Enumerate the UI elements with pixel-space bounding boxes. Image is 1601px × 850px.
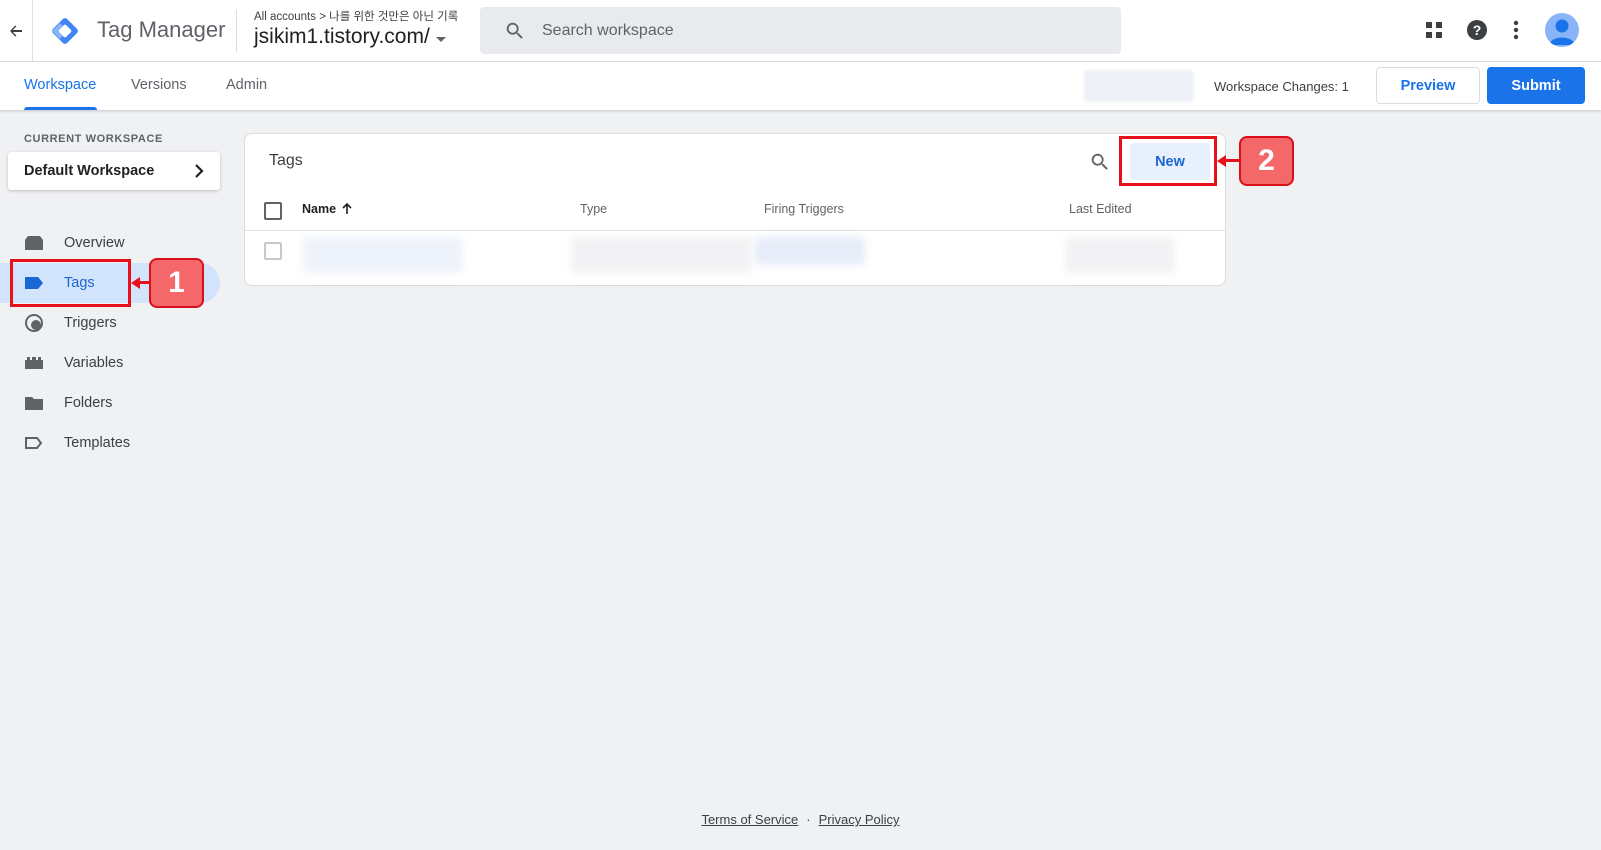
container-name: jsikim1.tistory.com/ (254, 25, 430, 48)
row-checkbox[interactable] (264, 242, 282, 260)
back-button[interactable] (0, 0, 33, 62)
callout-badge-2: 2 (1239, 136, 1294, 186)
redacted-trigger (755, 237, 865, 265)
chevron-down-icon (435, 36, 446, 42)
tab-versions[interactable]: Versions (131, 77, 187, 93)
account-avatar[interactable] (1545, 13, 1579, 47)
tab-workspace[interactable]: Workspace (24, 77, 96, 93)
sidebar-item-folders[interactable]: Folders (0, 383, 220, 423)
arrow-left-icon (10, 25, 22, 37)
variables-icon (24, 353, 44, 373)
active-tab-indicator (24, 107, 97, 110)
search-workspace-input[interactable]: Search workspace (480, 7, 1121, 54)
workspace-name: Default Workspace (24, 163, 155, 179)
header-divider (236, 10, 237, 52)
redacted-tag-name (303, 237, 463, 273)
callout-line-2 (1225, 159, 1239, 162)
top-bar: Tag Manager All accounts > 나를 위한 것만은 아닌 … (0, 0, 1601, 62)
column-header-type[interactable]: Type (580, 202, 607, 216)
footer-separator: · (806, 812, 811, 827)
sidebar-item-label: Triggers (64, 315, 117, 331)
more-vert-icon[interactable] (1504, 18, 1528, 42)
column-header-last-edited[interactable]: Last Edited (1069, 202, 1132, 216)
workspace-selector[interactable]: Default Workspace (8, 152, 220, 190)
container-selector[interactable]: jsikim1.tistory.com/ (254, 25, 446, 49)
sidebar-item-label: Variables (64, 355, 124, 371)
column-header-firing-triggers[interactable]: Firing Triggers (764, 202, 844, 216)
sidebar-item-overview[interactable]: Overview (0, 223, 220, 263)
highlight-box-new (1119, 136, 1217, 186)
footer: Terms of Service · Privacy Policy (0, 812, 1601, 827)
app-title: Tag Manager (97, 17, 226, 42)
sidebar-item-label: Folders (64, 395, 113, 411)
redacted-chip (1084, 70, 1194, 102)
svg-text:?: ? (1473, 22, 1482, 38)
sub-navigation: Workspace Versions Admin Workspace Chang… (0, 62, 1601, 110)
sidebar-item-triggers[interactable]: Triggers (0, 303, 220, 343)
tag-manager-logo (52, 18, 78, 44)
redacted-last-edited (1065, 237, 1175, 273)
help-icon[interactable]: ? (1465, 18, 1489, 42)
column-header-label: Name (302, 202, 337, 216)
panel-title: Tags (269, 152, 303, 169)
template-icon (24, 433, 44, 453)
chevron-right-icon (195, 164, 204, 178)
trigger-icon (24, 313, 44, 333)
search-placeholder: Search workspace (542, 21, 674, 39)
search-icon[interactable] (1089, 151, 1111, 173)
apps-grid-icon[interactable] (1422, 18, 1446, 42)
callout-badge-1: 1 (149, 258, 204, 308)
sidebar-item-label: Templates (64, 435, 131, 451)
tags-panel: Tags New Name Type Firing Triggers Last … (244, 133, 1226, 286)
privacy-policy-link[interactable]: Privacy Policy (819, 812, 900, 827)
column-header-name[interactable]: Name (302, 202, 352, 216)
header-divider (245, 230, 1225, 231)
highlight-box-tags (10, 259, 131, 307)
sidebar-item-label: Overview (64, 235, 125, 251)
terms-of-service-link[interactable]: Terms of Service (701, 812, 798, 827)
folder-icon (24, 393, 44, 413)
overview-icon (24, 233, 44, 253)
breadcrumb[interactable]: All accounts > 나를 위한 것만은 아닌 기록 (254, 8, 458, 24)
submit-button[interactable]: Submit (1487, 67, 1585, 104)
redacted-tag-type (571, 237, 751, 273)
sidebar-item-variables[interactable]: Variables (0, 343, 220, 383)
select-all-checkbox[interactable] (264, 202, 282, 220)
preview-button[interactable]: Preview (1376, 67, 1480, 104)
sidebar-item-templates[interactable]: Templates (0, 423, 220, 463)
workspace-changes-count: Workspace Changes: 1 (1214, 79, 1349, 94)
search-icon (506, 22, 523, 39)
arrow-up-icon (342, 203, 352, 214)
tab-admin[interactable]: Admin (226, 77, 267, 93)
current-workspace-label: CURRENT WORKSPACE (24, 133, 163, 145)
